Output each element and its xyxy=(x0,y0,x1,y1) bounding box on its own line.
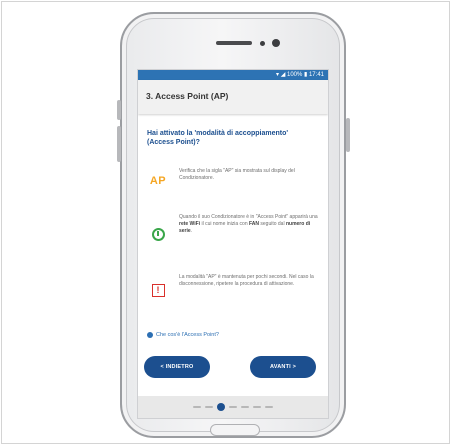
step-dot xyxy=(265,406,273,408)
page-title: 3. Access Point (AP) xyxy=(146,91,229,101)
volume-down-button xyxy=(117,126,121,162)
power-button xyxy=(346,118,350,152)
volume-up-button xyxy=(117,100,121,120)
wifi-network-label: rete WiFi xyxy=(179,221,201,227)
home-button xyxy=(210,424,260,436)
ap-icon-label: AP xyxy=(149,175,167,187)
info-text-part: Verifica che la sigla "AP" sia mostrata … xyxy=(179,168,295,181)
phone-mockup: ▾ ◢ 100% ▮ 17:41 3. Access Point (AP) Ha… xyxy=(117,12,350,438)
back-button[interactable]: < INDIETRO xyxy=(144,356,210,378)
step-dot-active xyxy=(217,403,225,411)
help-link-label[interactable]: Che cos'è l'Access Point? xyxy=(156,332,219,338)
help-icon xyxy=(147,332,153,338)
info-row-warning: ! La modalità "AP" è mantenuta per pochi… xyxy=(147,274,322,314)
status-bar: ▾ ◢ 100% ▮ 17:41 xyxy=(138,70,328,80)
warning-icon: ! xyxy=(147,280,169,300)
info-text-part: . xyxy=(190,228,193,234)
info-text: La modalità "AP" è mantenuta per pochi s… xyxy=(179,274,319,288)
fan-prefix-label: FAN xyxy=(249,221,259,227)
power-icon xyxy=(147,224,169,244)
step-indicator xyxy=(138,396,328,418)
info-text-part: il cui nome inizia con xyxy=(200,221,249,227)
help-link[interactable]: Che cos'è l'Access Point? xyxy=(147,332,219,338)
question-heading: Hai attivato la 'modalità di accoppiamen… xyxy=(147,130,289,146)
info-row-ap: AP Verifica che la sigla "AP" sia mostra… xyxy=(147,168,322,208)
app-bar: 3. Access Point (AP) xyxy=(138,80,328,114)
info-text: Quando il suo Condizionatore è in "Acces… xyxy=(179,214,319,235)
step-dot xyxy=(253,406,261,408)
info-text-part: La modalità "AP" è mantenuta per pochi s… xyxy=(179,274,314,287)
image-frame: ▾ ◢ 100% ▮ 17:41 3. Access Point (AP) Ha… xyxy=(1,1,450,444)
phone-screen: ▾ ◢ 100% ▮ 17:41 3. Access Point (AP) Ha… xyxy=(138,70,328,418)
info-text-part: Quando il suo Condizionatore è in "Acces… xyxy=(179,214,318,220)
info-row-network: Quando il suo Condizionatore è in "Acces… xyxy=(147,214,322,254)
info-text: Verifica che la sigla "AP" sia mostrata … xyxy=(179,168,319,182)
sensor-dot xyxy=(260,41,265,46)
step-dot xyxy=(193,406,201,408)
next-button[interactable]: AVANTI > xyxy=(250,356,316,378)
step-dot xyxy=(241,406,249,408)
step-dot xyxy=(229,406,237,408)
ap-icon: AP xyxy=(147,171,169,191)
step-dot xyxy=(205,406,213,408)
phone-speaker xyxy=(216,41,252,45)
info-text-part: seguito dal xyxy=(259,221,286,227)
front-camera-icon xyxy=(272,39,280,47)
warning-icon-label: ! xyxy=(156,284,160,295)
content-area: Hai attivato la 'modalità di accoppiamen… xyxy=(138,116,328,354)
